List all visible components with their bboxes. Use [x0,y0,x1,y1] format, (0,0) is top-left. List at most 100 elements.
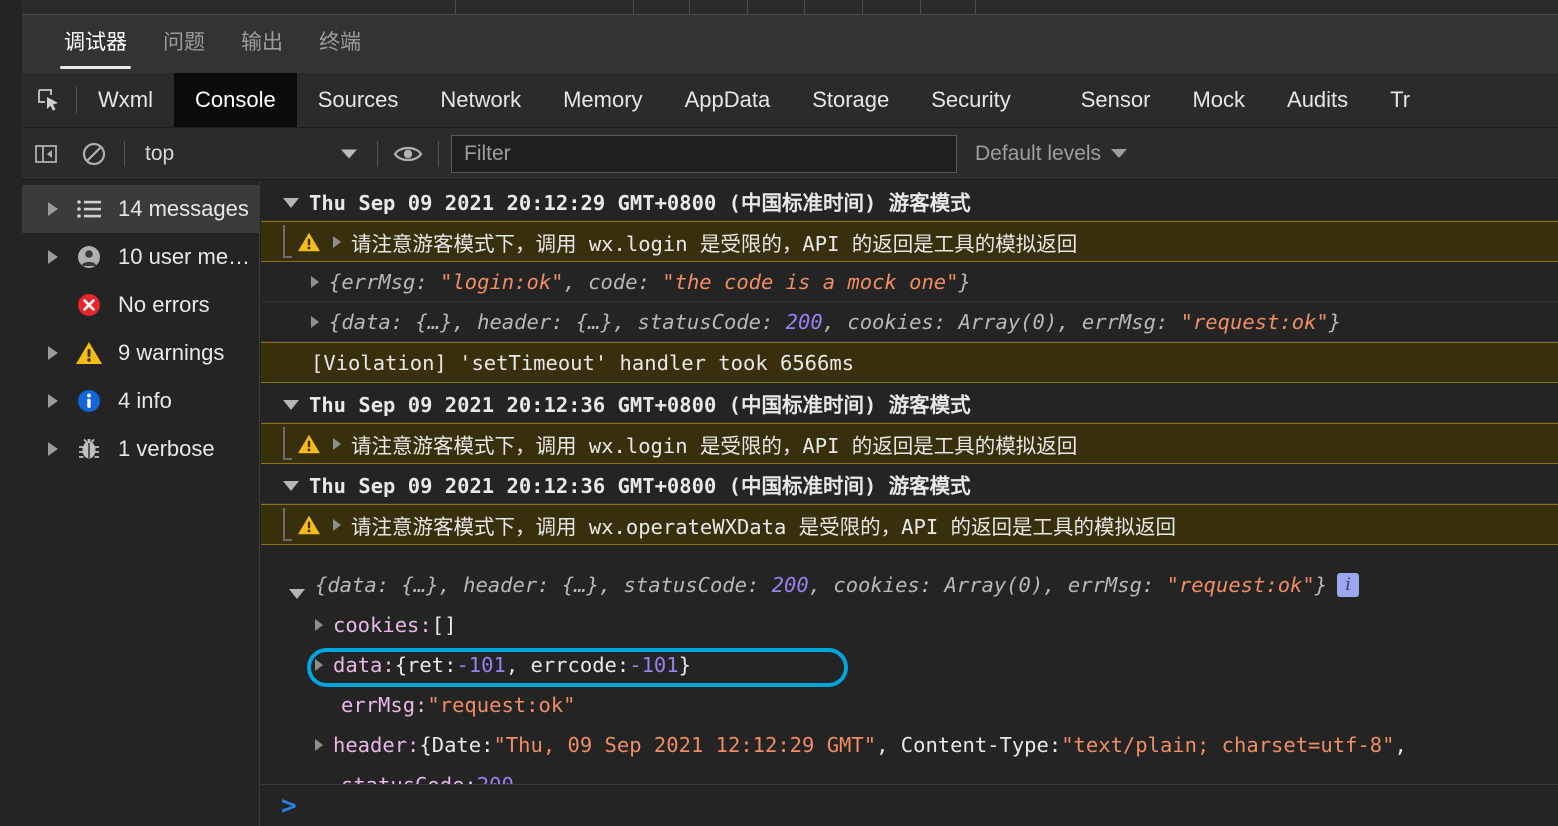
filter-input[interactable] [464,141,944,166]
sidebar-item-messages[interactable]: 14 messages [22,185,259,233]
tab-sensor[interactable]: Sensor [1060,73,1172,127]
collapse-arrow-icon[interactable] [289,589,305,599]
console-prompt[interactable]: > [261,784,1558,826]
panel-tab-terminal[interactable]: 终端 [301,15,379,73]
summary-text-a: {data: {…}, header: {…}, statusCode: [315,573,772,597]
sidebar-toggle-button[interactable] [22,128,70,180]
tab-network[interactable]: Network [419,73,542,127]
expand-arrow-icon[interactable] [311,315,319,328]
obj-val-code: "the code is a mock one" [662,269,959,294]
collapse-arrow-icon[interactable] [283,399,299,410]
prop-date-value: "Thu, 09 Sep 2021 12:12:29 GMT" [493,733,877,757]
tab-wxml[interactable]: Wxml [77,73,174,127]
top-strip-edge [0,0,22,14]
expand-arrow-icon[interactable] [311,275,319,288]
sidebar-item-errors[interactable]: No errors [22,281,259,329]
prop-value: "request:ok" [427,693,576,717]
panel-left-icon [35,144,57,163]
filter-field[interactable] [451,134,957,173]
tab-console[interactable]: Console [173,73,297,127]
sidebar-item-label: 4 info [118,388,172,413]
prop-key: data: [333,653,395,677]
sidebar-item-verbose[interactable]: 1 verbose [22,425,259,473]
tab-storage[interactable]: Storage [791,73,910,127]
chevron-down-icon [341,149,357,158]
panel-tab-problems[interactable]: 问题 [145,15,223,73]
expand-arrow-icon[interactable] [46,202,60,216]
sidebar-item-warnings[interactable]: 9 warnings [22,329,259,377]
console-log-area[interactable]: Thu Sep 09 2021 20:12:29 GMT+0800 (中国标准时… [261,181,1558,826]
execution-context-select[interactable]: top [131,128,371,180]
console-expanded-object[interactable]: {data: {…}, header: {…}, statusCode: 200… [261,545,1558,605]
prop-ret-value: -101 [456,653,506,677]
expand-arrow-icon[interactable] [315,659,323,671]
console-toolbar: top Default levels [22,128,1558,180]
warning-icon [74,340,104,366]
prompt-caret-icon: > [281,790,297,821]
inspect-element-button[interactable] [22,73,76,127]
tab-sources[interactable]: Sources [297,73,420,127]
console-object-row[interactable]: {errMsg: "login:ok", code: "the code is … [261,262,1558,302]
panel-tab-output[interactable]: 输出 [223,15,301,73]
warning-text: 请注意游客模式下，调用 wx.login 是受限的，API 的返回是工具的模拟返… [351,231,1078,256]
prop-open: {ret: [394,653,457,677]
obj-open-brace: { [329,269,342,294]
group-header-text: Thu Sep 09 2021 20:12:29 GMT+0800 (中国标准时… [309,190,971,215]
top-strip-cell [748,0,805,14]
tab-memory[interactable]: Memory [542,73,663,127]
prop-mid: , errcode: [505,653,630,677]
object-prop-header[interactable]: header: {Date: "Thu, 09 Sep 2021 12:12:2… [261,725,1558,765]
clear-console-button[interactable] [70,128,118,180]
console-sidebar: 14 messages 10 user me… No errors 9 warn… [22,181,260,826]
expand-arrow-icon[interactable] [46,346,60,360]
console-warning-row[interactable]: 请注意游客模式下，调用 wx.login 是受限的，API 的返回是工具的模拟返… [261,221,1558,262]
collapse-arrow-icon[interactable] [283,480,299,491]
obj-text-a: {data: {…}, header: {…}, statusCode: [329,309,786,334]
prop-mid: , Content-Type: [876,733,1062,757]
obj-val-errmsg: "login:ok" [440,269,564,294]
group-header-text: Thu Sep 09 2021 20:12:36 GMT+0800 (中国标准时… [309,473,971,498]
object-prop-cookies[interactable]: cookies: [] [261,605,1558,645]
log-levels-select[interactable]: Default levels [975,141,1128,166]
log-levels-label: Default levels [975,141,1102,165]
clear-console-icon [82,142,106,165]
expand-arrow-icon[interactable] [315,739,323,751]
console-object-row[interactable]: {data: {…}, header: {…}, statusCode: 200… [261,302,1558,342]
tab-audits[interactable]: Audits [1266,73,1369,127]
console-warning-row[interactable]: 请注意游客模式下，调用 wx.login 是受限的，API 的返回是工具的模拟返… [261,423,1558,464]
expand-arrow-icon[interactable] [333,235,341,248]
info-badge[interactable]: i [1337,573,1360,597]
object-prop-data[interactable]: data: {ret: -101, errcode: -101} [261,645,1558,687]
tab-security[interactable]: Security [910,73,1031,127]
expand-arrow-icon[interactable] [46,394,60,408]
object-summary: {data: {…}, header: {…}, statusCode: 200… [315,573,1327,597]
obj-status-code: 200 [785,309,823,334]
console-warning-row[interactable]: 请注意游客模式下，调用 wx.operateWXData 是受限的，API 的返… [261,504,1558,545]
sidebar-item-label: 10 user me… [118,244,251,269]
tab-appdata[interactable]: AppData [664,73,792,127]
summary-status-code: 200 [771,573,809,597]
console-violation-row[interactable]: [Violation] 'setTimeout' handler took 65… [261,342,1558,383]
tab-trace[interactable]: Tr [1369,73,1431,127]
sidebar-item-info[interactable]: 4 info [22,377,259,425]
live-expression-button[interactable] [384,128,432,180]
expand-arrow-icon[interactable] [333,518,341,531]
group-indent-line [283,508,292,541]
panel-tab-debugger[interactable]: 调试器 [46,15,145,73]
expand-arrow-icon[interactable] [315,619,323,631]
obj-key-code: code: [588,269,663,294]
summary-errmsg: "request:ok" [1166,573,1315,597]
object-prop-errmsg[interactable]: errMsg: "request:ok" [261,685,1558,725]
toolbar-divider [377,140,378,167]
tab-mock[interactable]: Mock [1171,73,1266,127]
sidebar-item-user-messages[interactable]: 10 user me… [22,233,259,281]
expand-arrow-icon[interactable] [333,437,341,450]
group-indent-line [283,225,292,258]
console-group-header[interactable]: Thu Sep 09 2021 20:12:29 GMT+0800 (中国标准时… [261,181,1558,221]
collapse-arrow-icon[interactable] [283,197,299,208]
console-group-header[interactable]: Thu Sep 09 2021 20:12:36 GMT+0800 (中国标准时… [261,383,1558,423]
expand-arrow-icon[interactable] [46,250,60,264]
expand-arrow-icon[interactable] [46,442,60,456]
sidebar-item-label: No errors [118,292,210,317]
console-group-header[interactable]: Thu Sep 09 2021 20:12:36 GMT+0800 (中国标准时… [261,464,1558,504]
